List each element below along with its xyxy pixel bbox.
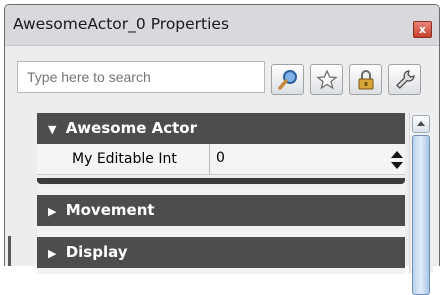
property-row[interactable]: My Editable Int 0 [37, 144, 405, 175]
category-display[interactable]: ▶ Display [37, 237, 405, 268]
lock-icon [358, 70, 374, 90]
favorites-button[interactable] [310, 64, 343, 95]
search-icon [278, 70, 297, 90]
search-input[interactable] [17, 61, 265, 93]
wrench-icon [396, 70, 415, 89]
settings-button[interactable] [388, 64, 421, 95]
search-button[interactable] [271, 64, 304, 95]
category-movement[interactable]: ▶ Movement [37, 195, 405, 226]
expanded-arrow-icon: ▼ [48, 123, 57, 136]
property-name: My Editable Int [37, 144, 210, 174]
property-value: 0 [216, 150, 225, 166]
value-spinner[interactable] [391, 151, 403, 169]
title-bar[interactable]: AwesomeActor_0 Properties x [5, 5, 439, 46]
category-footer [37, 178, 405, 184]
close-icon: x [418, 23, 427, 36]
window-title: AwesomeActor_0 Properties [13, 15, 230, 33]
spin-down-icon[interactable] [391, 162, 403, 169]
category-awesome-actor[interactable]: ▼ Awesome Actor [37, 113, 405, 144]
panel-edge [8, 236, 11, 266]
vertical-scrollbar[interactable] [409, 113, 433, 295]
scroll-thumb[interactable] [412, 135, 430, 295]
collapsed-arrow-icon: ▶ [48, 247, 57, 260]
favorite-star-icon [316, 69, 338, 90]
scroll-up-button[interactable] [412, 115, 430, 133]
spin-up-icon[interactable] [391, 151, 403, 158]
property-value-field[interactable]: 0 [210, 144, 405, 174]
lock-button[interactable] [349, 64, 382, 95]
category-label: Movement [65, 201, 155, 219]
category-label: Awesome Actor [65, 119, 197, 137]
close-button[interactable]: x [413, 21, 432, 38]
collapsed-arrow-icon: ▶ [48, 205, 57, 218]
category-label: Display [65, 243, 128, 261]
